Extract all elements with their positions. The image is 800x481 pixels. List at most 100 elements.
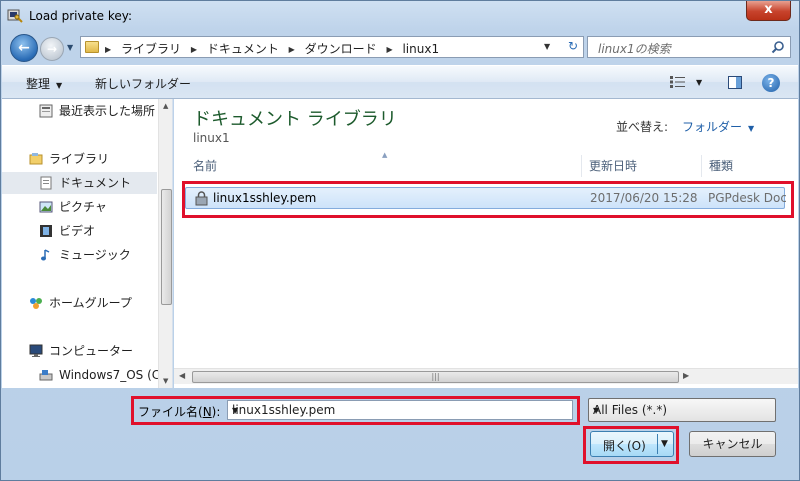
- file-modified: 2017/06/20 15:28: [590, 191, 698, 205]
- recent-pages-dropdown[interactable]: ▼: [67, 43, 73, 52]
- chevron-down-icon: ▼: [593, 406, 600, 415]
- computer-icon: [29, 344, 43, 357]
- file-name: linux1sshley.pem: [213, 191, 317, 205]
- homegroup-icon: [30, 298, 42, 309]
- open-button[interactable]: 開く(O) ▼: [590, 431, 674, 457]
- forward-button[interactable]: →: [40, 37, 64, 61]
- refresh-icon[interactable]: ↻: [564, 39, 582, 55]
- scroll-down-icon[interactable]: ▼: [163, 377, 168, 385]
- filename-label: ファイル名(N):: [138, 403, 220, 420]
- search-placeholder: linux1の検索: [598, 42, 671, 56]
- music-icon: [41, 249, 50, 261]
- nav-item-label: ドキュメント: [59, 176, 132, 190]
- breadcrumb-item[interactable]: ライブラリ: [121, 42, 181, 56]
- open-button-label: 開く(O): [603, 439, 646, 453]
- chevron-right-icon[interactable]: ▶: [105, 45, 111, 54]
- nav-item-label: Windows7_OS (C: [59, 368, 161, 382]
- window-title: Load private key:: [29, 9, 133, 23]
- file-type-filter-select[interactable]: All Files (*.*) ▼: [588, 398, 776, 422]
- folder-icon: [85, 41, 99, 53]
- chevron-down-icon[interactable]: ▼: [232, 406, 568, 415]
- close-icon: x: [764, 2, 773, 17]
- open-options-dropdown-icon[interactable]: ▼: [661, 439, 668, 449]
- new-folder-button[interactable]: 新しいフォルダー: [95, 75, 191, 92]
- nav-vertical-scrollbar[interactable]: ▲ ▼: [158, 99, 172, 388]
- close-button[interactable]: x: [746, 1, 791, 21]
- sort-by-dropdown[interactable]: フォルダー ▼: [682, 118, 754, 135]
- arrow-left-icon: ←: [18, 40, 30, 56]
- filename-field[interactable]: linux1sshley.pem ▼: [227, 400, 573, 420]
- column-divider[interactable]: [581, 155, 582, 177]
- navigation-pane: 最近表示した場所 ライブラリ ドキュメント ピクチャ ビデオ ミュージック ホー…: [2, 99, 173, 388]
- recent-places-icon: [39, 104, 53, 118]
- scroll-right-icon[interactable]: ▶: [683, 371, 689, 380]
- breadcrumb-item[interactable]: linux1: [402, 42, 439, 56]
- file-row[interactable]: linux1sshley.pem 2017/06/20 15:28 PGPdes…: [185, 187, 786, 209]
- help-icon[interactable]: ?: [762, 74, 780, 92]
- column-header-modified[interactable]: 更新日時: [589, 155, 637, 177]
- nav-item-label: ホームグループ: [49, 296, 132, 310]
- nav-item-recent-places[interactable]: 最近表示した場所: [2, 100, 157, 122]
- chevron-right-icon[interactable]: ▶: [191, 45, 197, 54]
- title-bar[interactable]: Load private key: x: [1, 1, 799, 31]
- nav-item-documents[interactable]: ドキュメント: [2, 172, 157, 194]
- nav-item-pictures[interactable]: ピクチャ: [2, 196, 157, 218]
- filename-label-prefix: ファイル名(: [138, 405, 203, 419]
- split-divider: [657, 434, 658, 454]
- library-title: ドキュメント ライブラリ: [193, 109, 397, 130]
- pem-file-lock-icon: [195, 191, 208, 206]
- view-options-dropdown[interactable]: ▼: [696, 78, 702, 87]
- nav-item-homegroup[interactable]: ホームグループ: [2, 292, 157, 314]
- breadcrumb-item[interactable]: ドキュメント: [207, 42, 279, 56]
- column-header-name[interactable]: 名前: [193, 155, 217, 177]
- search-input[interactable]: linux1の検索: [587, 36, 791, 58]
- change-view-icon[interactable]: [670, 76, 686, 88]
- chevron-down-icon: ▼: [748, 124, 755, 133]
- pictures-icon: [39, 201, 53, 213]
- library-icon: [29, 153, 43, 165]
- library-subtitle: linux1: [193, 131, 230, 145]
- documents-icon: [40, 176, 52, 190]
- nav-item-libraries[interactable]: ライブラリ: [2, 148, 157, 170]
- scroll-up-icon[interactable]: ▲: [163, 102, 168, 110]
- scrollbar-thumb[interactable]: [161, 189, 172, 305]
- nav-item-computer[interactable]: コンピューター: [2, 340, 157, 362]
- cancel-button[interactable]: キャンセル: [689, 431, 776, 457]
- search-icon[interactable]: [771, 40, 785, 54]
- arrow-right-icon: →: [46, 42, 58, 56]
- nav-item-label: ライブラリ: [49, 152, 110, 166]
- nav-item-drive-c[interactable]: Windows7_OS (C: [2, 364, 161, 386]
- videos-icon: [40, 225, 52, 237]
- breadcrumb: ▶ ライブラリ ▶ ドキュメント ▶ ダウンロード ▶ linux1: [105, 40, 445, 56]
- filename-label-accesskey: N: [202, 405, 212, 419]
- load-private-key-dialog: Load private key: x ← → ▼ ▶ ライブラリ ▶ ドキュメ…: [0, 0, 800, 481]
- sort-value: フォルダー: [682, 120, 743, 134]
- back-button[interactable]: ←: [10, 34, 38, 62]
- nav-item-music[interactable]: ミュージック: [2, 244, 157, 266]
- breadcrumb-item[interactable]: ダウンロード: [305, 42, 377, 56]
- preview-pane-icon[interactable]: [728, 76, 742, 89]
- file-list-horizontal-scrollbar[interactable]: ◀ ||| ▶: [174, 368, 798, 384]
- address-bar[interactable]: ▶ ライブラリ ▶ ドキュメント ▶ ダウンロード ▶ linux1 ▼ ↻: [80, 36, 584, 58]
- chevron-right-icon[interactable]: ▶: [289, 45, 295, 54]
- nav-item-label: コンピューター: [49, 344, 134, 358]
- file-list-pane: ドキュメント ライブラリ linux1 並べ替え: フォルダー ▼ ▲ 名前 更新…: [174, 99, 798, 388]
- putty-key-icon: [7, 9, 23, 23]
- nav-item-label: ミュージック: [59, 248, 131, 262]
- sort-ascending-icon: ▲: [382, 151, 388, 159]
- file-type: PGPdesk Docu: [708, 191, 786, 205]
- scroll-left-icon[interactable]: ◀: [179, 371, 185, 380]
- command-bar: 整理 ▼ 新しいフォルダー ▼ ?: [2, 65, 798, 99]
- column-divider[interactable]: [701, 155, 702, 177]
- nav-item-label: 最近表示した場所: [59, 104, 156, 118]
- scrollbar-thumb[interactable]: |||: [192, 371, 679, 383]
- chevron-down-icon: ▼: [56, 81, 63, 90]
- organize-button[interactable]: 整理 ▼: [26, 75, 62, 92]
- column-header-type[interactable]: 種類: [709, 155, 733, 177]
- nav-item-label: ピクチャ: [59, 200, 107, 214]
- nav-item-label: ビデオ: [59, 224, 96, 238]
- chevron-right-icon[interactable]: ▶: [386, 45, 392, 54]
- nav-item-videos[interactable]: ビデオ: [2, 220, 157, 242]
- organize-label: 整理: [26, 77, 51, 91]
- address-dropdown[interactable]: ▼: [544, 42, 550, 51]
